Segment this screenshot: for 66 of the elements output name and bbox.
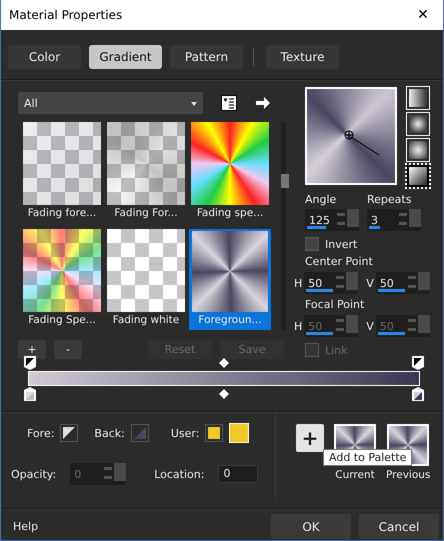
arrow-right-icon[interactable] bbox=[255, 96, 271, 110]
scrollbar[interactable] bbox=[281, 122, 286, 330]
angle-field[interactable]: 125 bbox=[305, 209, 359, 231]
window-title: Material Properties bbox=[9, 8, 122, 22]
tab[interactable]: Pattern bbox=[170, 45, 243, 69]
user-label: User: bbox=[170, 426, 200, 440]
gradient-name: Foregroun... bbox=[198, 313, 262, 328]
list-button[interactable]: - bbox=[54, 340, 82, 359]
close-button[interactable]: ✕ bbox=[403, 0, 443, 30]
tooltip: Add to Palette bbox=[323, 449, 412, 466]
gradient-name: Fading white bbox=[112, 313, 180, 328]
tab[interactable]: Color bbox=[8, 45, 81, 69]
angle-label: Angle bbox=[305, 193, 338, 206]
back-label: Back: bbox=[94, 426, 125, 440]
category-dropdown[interactable]: All bbox=[18, 92, 203, 114]
list-button[interactable]: + bbox=[18, 340, 46, 359]
gradient-preview[interactable] bbox=[305, 87, 397, 185]
current-label: Current bbox=[335, 469, 375, 481]
gradient-name: Fading spe... bbox=[196, 206, 264, 221]
gradient-tile[interactable]: Foregroun... bbox=[189, 229, 271, 330]
stop-marker-icon[interactable] bbox=[411, 355, 425, 371]
gradient-tile[interactable]: Fading Spe... bbox=[21, 229, 103, 330]
gradient-style-button[interactable] bbox=[407, 165, 429, 187]
gradient-style-button[interactable] bbox=[407, 87, 429, 109]
coordinate-field[interactable]: 50 bbox=[376, 272, 430, 294]
location-label: Location: bbox=[154, 468, 204, 480]
stop-marker-icon[interactable] bbox=[411, 386, 425, 402]
stop-marker-icon[interactable] bbox=[23, 355, 37, 371]
tab[interactable]: Gradient bbox=[89, 45, 162, 69]
point-label: Center Point bbox=[305, 255, 374, 268]
fore-color-swatch[interactable] bbox=[60, 424, 78, 442]
gradient-style-button[interactable] bbox=[407, 113, 429, 135]
add-to-palette-button[interactable]: + bbox=[296, 424, 324, 452]
gradient-name: Fading For... bbox=[114, 206, 178, 221]
point-label: Focal Point bbox=[305, 298, 366, 311]
list-view-icon[interactable] bbox=[221, 95, 237, 111]
gradient-tile[interactable]: Fading white bbox=[105, 229, 187, 330]
location-field[interactable]: 0 bbox=[218, 465, 258, 483]
midpoint-icon[interactable] bbox=[219, 389, 229, 399]
fore-label: Fore: bbox=[27, 426, 54, 440]
axis-label: V bbox=[366, 276, 374, 290]
gradient-name: Fading fore... bbox=[28, 206, 96, 221]
axis-label: H bbox=[294, 276, 302, 290]
gradient-tile[interactable]: Fading For... bbox=[105, 122, 187, 223]
axis-label: V bbox=[366, 320, 374, 332]
axis-label: H bbox=[294, 320, 302, 332]
opacity-label: Opacity: bbox=[11, 468, 56, 480]
gradient-style-button[interactable] bbox=[407, 139, 429, 161]
gradient-tile[interactable]: Fading fore... bbox=[21, 122, 103, 223]
link-label: Link bbox=[325, 344, 348, 356]
gradient-bar[interactable] bbox=[28, 371, 420, 386]
repeats-field[interactable]: 3 bbox=[367, 209, 421, 231]
previous-label: Previous bbox=[386, 469, 430, 481]
invert-label: Invert bbox=[325, 238, 358, 250]
repeats-label: Repeats bbox=[367, 193, 412, 206]
invert-checkbox[interactable] bbox=[305, 237, 319, 251]
user-color-swatch[interactable] bbox=[205, 424, 224, 442]
ok-button[interactable]: OK bbox=[271, 514, 351, 539]
cancel-button[interactable]: Cancel bbox=[359, 514, 439, 539]
coordinate-field[interactable]: 50 bbox=[304, 272, 358, 294]
gradient-name: Fading Spe... bbox=[28, 313, 96, 328]
stop-marker-icon[interactable] bbox=[23, 386, 37, 402]
gradient-tile[interactable]: Fading spe... bbox=[189, 122, 271, 223]
tab[interactable]: Texture bbox=[266, 45, 339, 69]
back-color-swatch[interactable] bbox=[130, 424, 149, 442]
help-button[interactable]: Help bbox=[13, 520, 38, 533]
